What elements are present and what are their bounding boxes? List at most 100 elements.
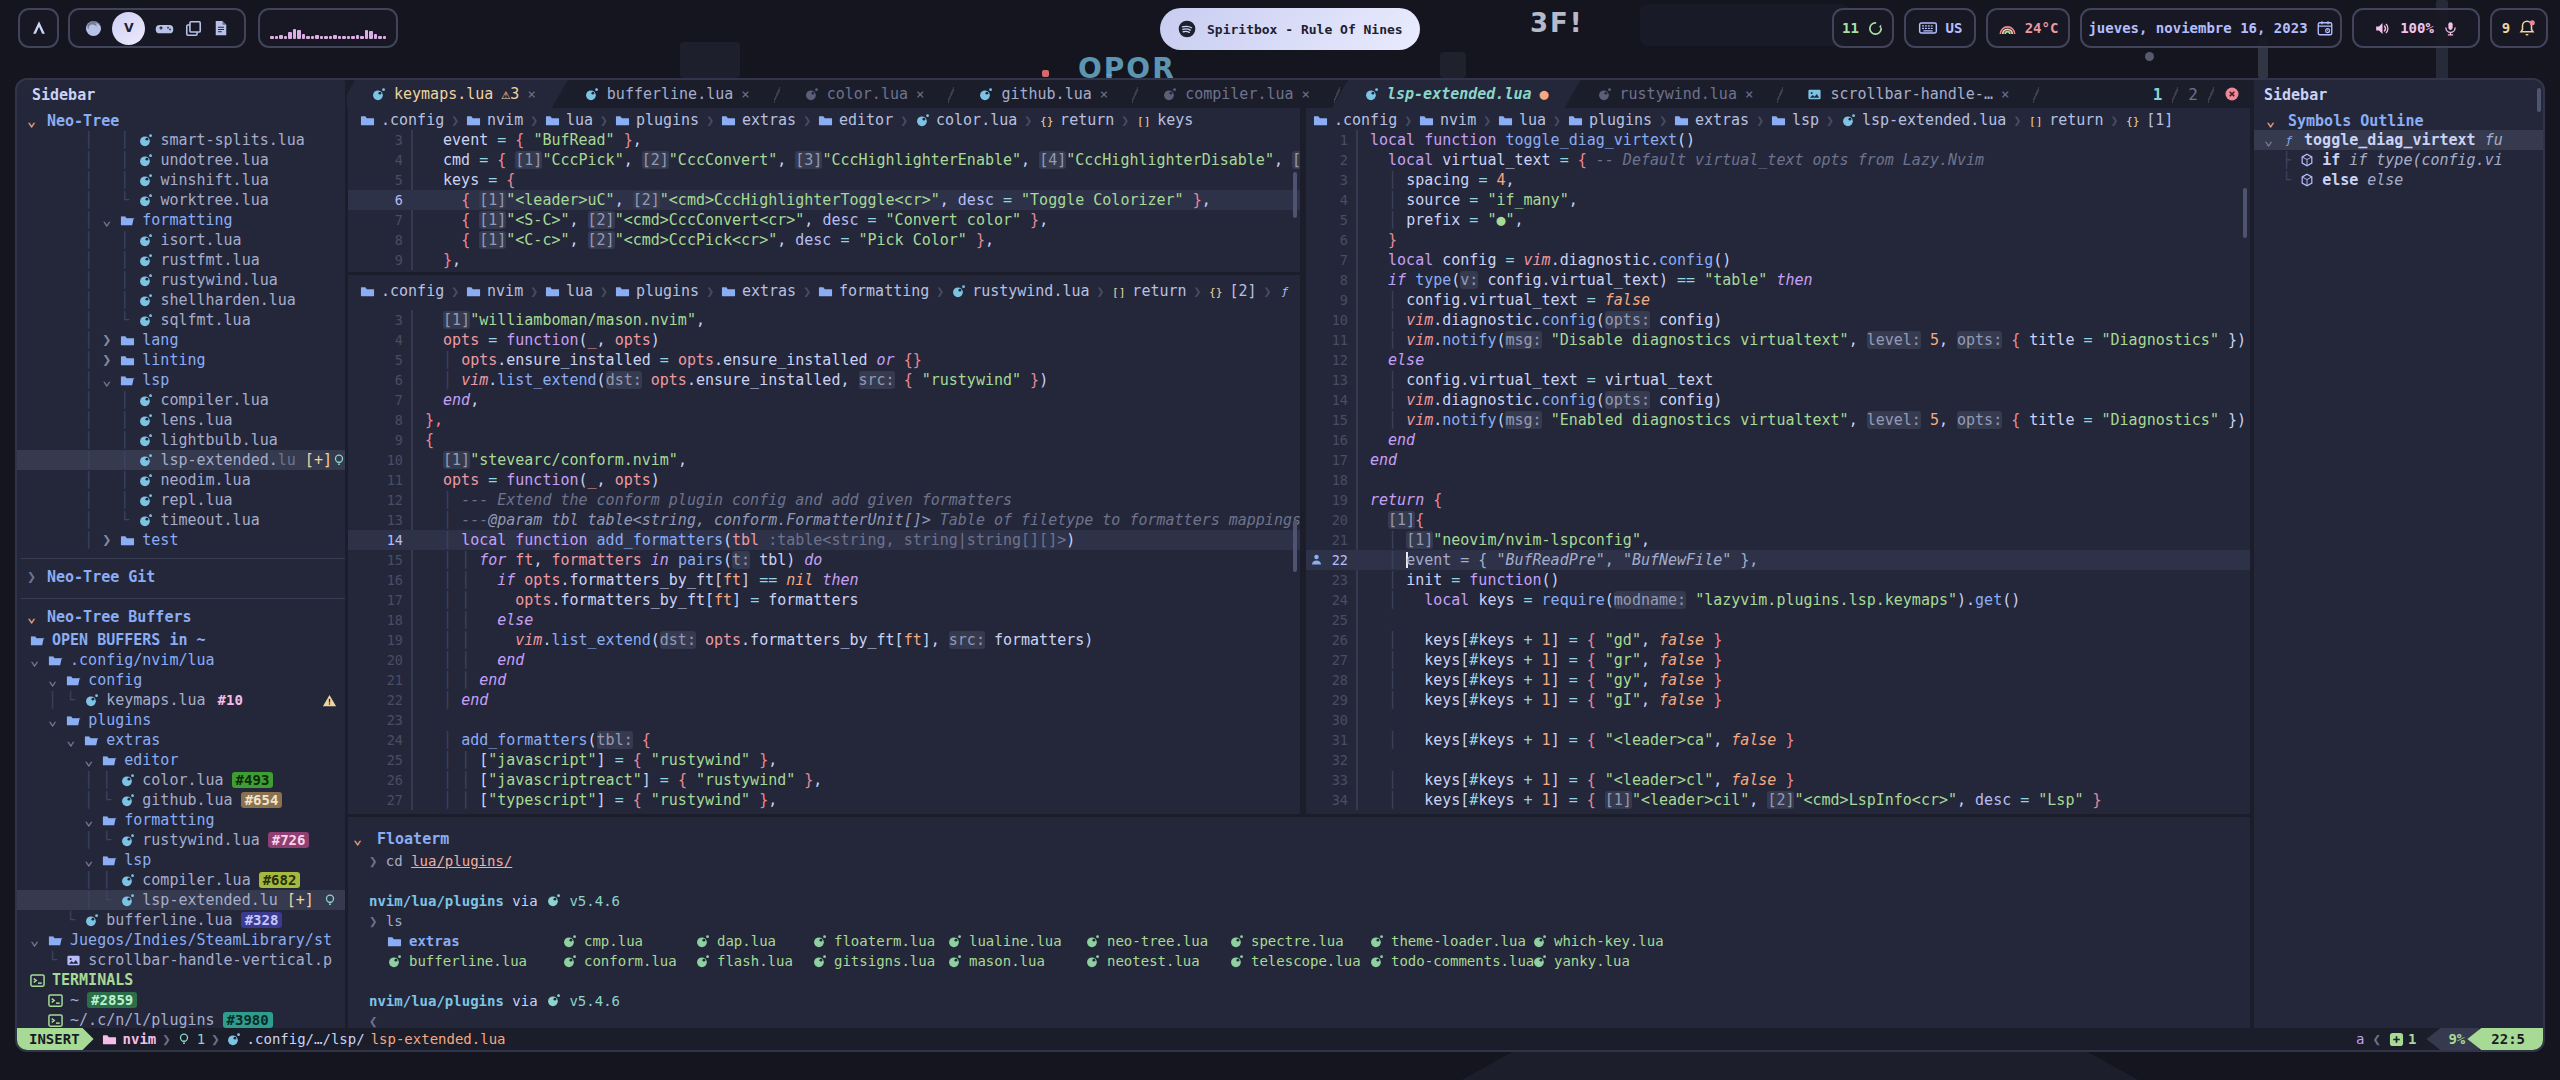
code-line[interactable]: 33 │ keys[#keys + 1] = { "<leader>cl", f… <box>1306 770 2250 790</box>
tree-item-isort-lua[interactable]: │ │ isort.lua <box>17 230 345 250</box>
code-line[interactable]: 8 { [1]"<C-c>", [2]"<cmd>CccPick<cr>", d… <box>348 230 1300 250</box>
app-gamepad[interactable] <box>154 18 175 39</box>
code-line[interactable]: 6 │ vim.list_extend(dst: opts.ensure_ins… <box>348 370 1300 390</box>
tree-item-color-lua[interactable]: │ │ color.lua#493 <box>17 770 345 790</box>
tree-item-bufferline-lua[interactable]: └ bufferline.lua#328 <box>17 910 345 930</box>
tab-color.lua[interactable]: color.lua× <box>780 80 949 108</box>
tree-item-scrollbar-handle-vertical-p[interactable]: └ scrollbar-handle-vertical.p <box>17 950 345 970</box>
tab-keymaps.lua[interactable]: keymaps.lua⚠3× <box>347 80 560 108</box>
code-line[interactable]: 8}, <box>348 410 1300 430</box>
code-line[interactable]: 21 │ │ end <box>348 670 1300 690</box>
code-line[interactable]: 16 │ │ if opts.formatters_by_ft[ft] == n… <box>348 570 1300 590</box>
code-line[interactable]: 10 │ vim.diagnostic.config(opts: config) <box>1306 310 2250 330</box>
code-line[interactable]: 6 { [1]"<leader>uC", [2]"<cmd>CccHighlig… <box>348 190 1300 210</box>
tab-lsp-extended.lua[interactable]: lsp-extended.lua ● <box>1340 80 1573 108</box>
tab-close-icon[interactable]: × <box>2001 86 2009 102</box>
app-firefox[interactable] <box>84 19 103 38</box>
tree-item-lang[interactable]: │ ❯ lang <box>17 330 345 350</box>
code-line[interactable]: 22 │ end <box>348 690 1300 710</box>
tree-item-formatting[interactable]: ⌄ formatting <box>17 810 345 830</box>
tree-item-rustywind-lua[interactable]: │ └ rustywind.lua#726 <box>17 830 345 850</box>
tree-item-formatting[interactable]: │ ⌄ formatting <box>17 210 345 230</box>
code-line[interactable]: 28 │ keys[#keys + 1] = { "gy", false } <box>1306 670 2250 690</box>
code-line[interactable]: 23 <box>348 710 1300 730</box>
code-line[interactable]: 13 │ config.virtual_text = virtual_text <box>1306 370 2250 390</box>
code-line[interactable]: 26 │ │ ["javascriptreact"] = { "rustywin… <box>348 770 1300 790</box>
editor-lsp-extended-lua[interactable]: 1local function toggle_diag_virtext()2 l… <box>1306 130 2250 810</box>
scrollbar-sidebar-right[interactable] <box>2537 88 2541 112</box>
code-line[interactable]: 26 │ keys[#keys + 1] = { "gd", false } <box>1306 630 2250 650</box>
widget-updates[interactable]: 11 <box>1832 8 1894 48</box>
tree-item-sqlfmt-lua[interactable]: │ └ sqlfmt.lua <box>17 310 345 330</box>
code-line[interactable]: 12 │ --- Extend the conform plugin confi… <box>348 490 1300 510</box>
code-line[interactable]: 15 │ │ for ft, formatters in pairs(t: tb… <box>348 550 1300 570</box>
editor-color-lua[interactable]: 3 event = { "BufRead" },4 cmd = { [1]"Cc… <box>348 130 1300 270</box>
tree-item-github-lua[interactable]: │ └ github.lua#654 <box>17 790 345 810</box>
code-line[interactable]: 25 │ │ ["javascript"] = { "rustywind" }, <box>348 750 1300 770</box>
section-symbols-outline[interactable]: ⌄Symbols Outline <box>2254 110 2544 132</box>
tab-close-icon[interactable]: × <box>527 86 535 102</box>
app-document[interactable] <box>212 19 230 37</box>
tree-item-editor[interactable]: ⌄ editor <box>17 750 345 770</box>
code-line[interactable]: 18 <box>1306 470 2250 490</box>
section-neo-tree[interactable]: ⌄Neo-Tree <box>21 110 341 132</box>
code-line[interactable]: 14 │ vim.diagnostic.config(opts: config) <box>1306 390 2250 410</box>
tab-compiler.lua[interactable]: compiler.lua× <box>1138 80 1334 108</box>
tree-item--c-n-l-plugins[interactable]: ~/.c/n/l/plugins#3980 <box>17 1010 345 1030</box>
code-line[interactable]: 18 │ │ else <box>348 610 1300 630</box>
tree-item-config[interactable]: ⌄ config <box>17 670 345 690</box>
code-line[interactable]: 31 │ keys[#keys + 1] = { "<leader>ca", f… <box>1306 730 2250 750</box>
section-neo-tree-git[interactable]: ❯Neo-Tree Git <box>21 566 341 588</box>
code-line[interactable]: 13 │ ---@param tbl table<string, conform… <box>348 510 1300 530</box>
code-line[interactable]: 4 cmd = { [1]"CccPick", [2]"CccConvert",… <box>348 150 1300 170</box>
widget-notifications[interactable]: 9 <box>2490 8 2548 48</box>
code-line[interactable]: 9{ <box>348 430 1300 450</box>
tree-item-Juegos-Indies-SteamLibrary-st[interactable]: ⌄ Juegos/Indies/SteamLibrary/st <box>17 930 345 950</box>
code-line[interactable]: 15 │ vim.notify(msg: "Enabled diagnostic… <box>1306 410 2250 430</box>
code-line[interactable]: 23 │ init = function() <box>1306 570 2250 590</box>
symbol-else[interactable]: └ else else <box>2254 170 2545 190</box>
tree-item-lsp-extended-[interactable]: │ │ lsp-extended.lu [+] <box>17 450 345 470</box>
launcher-button[interactable] <box>18 8 59 48</box>
tree-item-lsp[interactable]: │ ⌄ lsp <box>17 370 345 390</box>
tabpage-1[interactable]: 1 <box>2143 85 2173 104</box>
code-line[interactable]: 20 [1]{ <box>1306 510 2250 530</box>
tab-close-icon[interactable]: × <box>1745 86 1753 102</box>
code-line[interactable]: 22 │ event = { "BufReadPre", "BufNewFile… <box>1306 550 2250 570</box>
code-line[interactable]: 21 │ [1]"neovim/nvim-lspconfig", <box>1306 530 2250 550</box>
tree-item-timeout-lua[interactable]: │ └ timeout.lua <box>17 510 345 530</box>
scrollbar-pane-b[interactable] <box>1293 520 1297 572</box>
tab-rustywind.lua[interactable]: rustywind.lua× <box>1573 80 1778 108</box>
code-line[interactable]: 7 end, <box>348 390 1300 410</box>
tree-item-lsp[interactable]: ⌄ lsp <box>17 850 345 870</box>
tab-bufferline.lua[interactable]: bufferline.lua× <box>560 80 774 108</box>
widget-kbd-layout[interactable]: US <box>1904 8 1976 48</box>
code-line[interactable]: 5 │ opts.ensure_installed = opts.ensure_… <box>348 350 1300 370</box>
code-line[interactable]: 12 else <box>1306 350 2250 370</box>
code-line[interactable]: 20 │ │ end <box>348 650 1300 670</box>
code-line[interactable]: 7 local config = vim.diagnostic.config() <box>1306 250 2250 270</box>
code-line[interactable]: 11 opts = function(_, opts) <box>348 470 1300 490</box>
tree-item-linting[interactable]: │ ❯ linting <box>17 350 345 370</box>
tree-item-repl-lua[interactable]: │ │ repl.lua <box>17 490 345 510</box>
app-dock[interactable]: V <box>68 8 246 48</box>
widget-weather[interactable]: 24°C <box>1986 8 2070 48</box>
code-line[interactable]: 5 keys = { <box>348 170 1300 190</box>
tree-item-undotree-lua[interactable]: │ │ undotree.lua <box>17 150 345 170</box>
tree-item-extras[interactable]: ⌄ extras <box>17 730 345 750</box>
tab-close-icon[interactable]: × <box>1302 86 1310 102</box>
code-line[interactable]: 7 { [1]"<S-C>", [2]"<cmd>CccConvert<cr>"… <box>348 210 1300 230</box>
tabpage-2[interactable]: 2 <box>2178 85 2208 104</box>
code-line[interactable]: 11 │ vim.notify(msg: "Disable diagnostic… <box>1306 330 2250 350</box>
now-playing[interactable]: Spiritbox - Rule Of Nines <box>1160 8 1420 50</box>
code-line[interactable]: 27 │ │ ["typescript"] = { "rustywind" }, <box>348 790 1300 810</box>
scrollbar-pane-a[interactable] <box>1293 172 1297 218</box>
code-line[interactable]: 14 │ local function add_formatters(tbl :… <box>348 530 1300 550</box>
symbol-if[interactable]: ├ if if type(config.vi <box>2254 150 2545 170</box>
code-line[interactable]: 9 }, <box>348 250 1300 270</box>
tree-item-worktree-lua[interactable]: │ └ worktree.lua <box>17 190 345 210</box>
tree-item-shellharden-lua[interactable]: │ │ shellharden.lua <box>17 290 345 310</box>
editor-rustywind-lua[interactable]: 3 [1]"williamboman/mason.nvim",4 opts = … <box>348 310 1300 810</box>
close-all-icon[interactable] <box>2214 86 2250 102</box>
code-line[interactable]: 2 local virtual_text = { -- Default virt… <box>1306 150 2250 170</box>
